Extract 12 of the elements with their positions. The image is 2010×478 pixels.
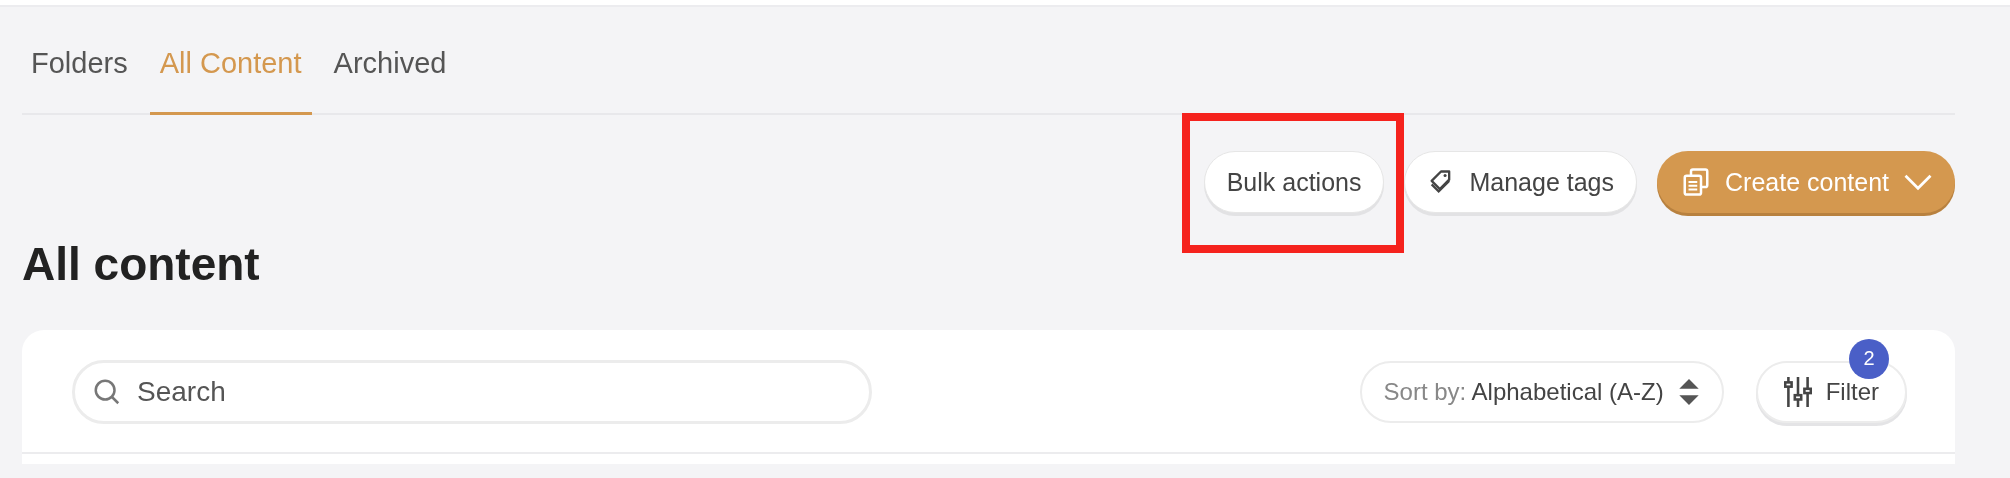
tab[interactable]: Folders xyxy=(22,37,138,115)
sort-arrows-icon xyxy=(1677,377,1700,406)
search-field[interactable]: Search xyxy=(72,359,872,424)
page-heading: All content xyxy=(22,239,261,290)
sort-dropdown[interactable]: Sort by: Alphabetical (A-Z) xyxy=(1359,360,1724,423)
sliders-icon xyxy=(1783,375,1812,408)
tab[interactable]: Archived xyxy=(323,37,457,115)
documents-icon xyxy=(1681,167,1711,197)
caret-icon xyxy=(1903,173,1933,191)
count-badge: 2 xyxy=(1849,338,1889,379)
bulk-actions-button[interactable]: Bulk actions xyxy=(1203,151,1385,213)
manage-tags-button[interactable]: Manage tags xyxy=(1404,151,1637,213)
